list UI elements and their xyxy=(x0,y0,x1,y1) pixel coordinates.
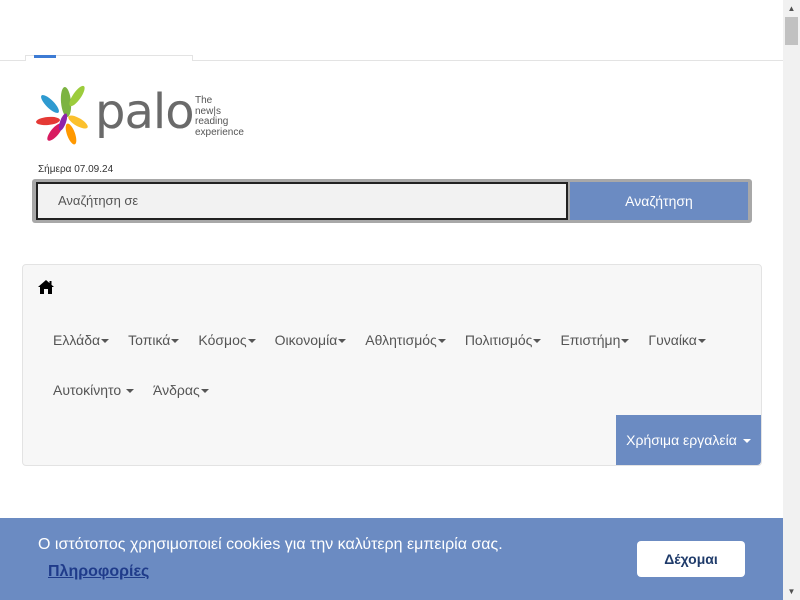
caret-down-icon xyxy=(338,339,347,344)
nav-row-primary: Ελλάδα Τοπικά Κόσμος Οικονομία Αθλητισμό… xyxy=(53,331,725,349)
caret-down-icon xyxy=(621,339,630,344)
scrollbar-thumb[interactable] xyxy=(785,17,798,45)
caret-down-icon xyxy=(247,339,256,344)
nav-item-aftokinito[interactable]: Αυτοκίνητο xyxy=(53,381,135,399)
logo-tagline: The new|s reading experience xyxy=(195,95,244,138)
caret-down-icon xyxy=(533,339,542,344)
caret-down-icon xyxy=(742,439,751,444)
leaf-logo-icon xyxy=(36,85,88,145)
nav-item-label: Οικονομία xyxy=(274,332,338,348)
nav-item-label: Αυτοκίνητο xyxy=(53,382,122,398)
page: ▲ ▼ palo The new|s reading experience Σή… xyxy=(0,0,800,600)
home-icon[interactable] xyxy=(37,279,57,299)
cookie-banner: Ο ιστότοπος χρησιμοποιεί cookies για την… xyxy=(0,518,783,600)
site-logo[interactable]: palo The new|s reading experience xyxy=(35,76,265,151)
nav-item-andras[interactable]: Άνδρας xyxy=(153,381,209,399)
useful-tools-label: Χρήσιμα εργαλεία xyxy=(626,432,737,448)
top-bar xyxy=(0,0,783,61)
caret-down-icon xyxy=(697,339,706,344)
cookie-message: Ο ιστότοπος χρησιμοποιεί cookies για την… xyxy=(38,536,503,553)
caret-down-icon xyxy=(171,339,180,344)
nav-item-oikonomia[interactable]: Οικονομία xyxy=(275,331,347,349)
tagline-line: The xyxy=(195,95,213,106)
nav-row-secondary: Αυτοκίνητο Άνδρας xyxy=(53,381,228,399)
useful-tools-button[interactable]: Χρήσιμα εργαλεία xyxy=(616,415,761,465)
caret-down-icon xyxy=(200,389,209,394)
nav-item-ellada[interactable]: Ελλάδα xyxy=(53,331,110,349)
top-tab xyxy=(25,55,193,61)
nav-item-label: Επιστήμη xyxy=(560,332,621,348)
nav-item-gynaika[interactable]: Γυναίκα xyxy=(648,331,706,349)
cookie-accept-button[interactable]: Δέχομαι xyxy=(637,541,745,577)
search-input[interactable]: Αναζήτηση σε xyxy=(36,182,568,220)
today-date: Σήμερα 07.09.24 xyxy=(38,164,114,175)
nav-item-athlitismos[interactable]: Αθλητισμός xyxy=(365,331,446,349)
nav-item-label: Γυναίκα xyxy=(648,332,697,348)
scroll-up-icon[interactable]: ▲ xyxy=(783,0,800,17)
caret-down-icon xyxy=(101,339,110,344)
nav-item-label: Άνδρας xyxy=(153,382,200,398)
scrollbar[interactable]: ▲ ▼ xyxy=(783,0,800,600)
search-placeholder: Αναζήτηση σε xyxy=(58,193,139,208)
cookie-info-link[interactable]: Πληροφορίες xyxy=(48,563,149,581)
tagline-line: reading xyxy=(195,116,229,127)
top-tab-accent xyxy=(34,55,56,58)
caret-down-icon xyxy=(126,389,135,394)
search-button[interactable]: Αναζήτηση xyxy=(570,182,748,220)
scroll-down-icon[interactable]: ▼ xyxy=(783,583,800,600)
nav-item-label: Τοπικά xyxy=(128,332,171,348)
nav-item-label: Πολιτισμός xyxy=(464,332,533,348)
nav-item-label: Ελλάδα xyxy=(53,332,101,348)
nav-item-politismos[interactable]: Πολιτισμός xyxy=(465,331,542,349)
nav-item-label: Αθλητισμός xyxy=(365,332,437,348)
search-form: Αναζήτηση σε Αναζήτηση xyxy=(32,179,752,223)
nav-item-kosmos[interactable]: Κόσμος xyxy=(198,331,256,349)
nav-item-epistimi[interactable]: Επιστήμη xyxy=(560,331,630,349)
tagline-line: experience xyxy=(195,126,244,138)
nav-item-label: Κόσμος xyxy=(198,332,247,348)
caret-down-icon xyxy=(437,339,446,344)
logo-wordmark: palo xyxy=(95,84,195,140)
main-nav: Ελλάδα Τοπικά Κόσμος Οικονομία Αθλητισμό… xyxy=(22,264,762,466)
nav-item-topika[interactable]: Τοπικά xyxy=(128,331,180,349)
